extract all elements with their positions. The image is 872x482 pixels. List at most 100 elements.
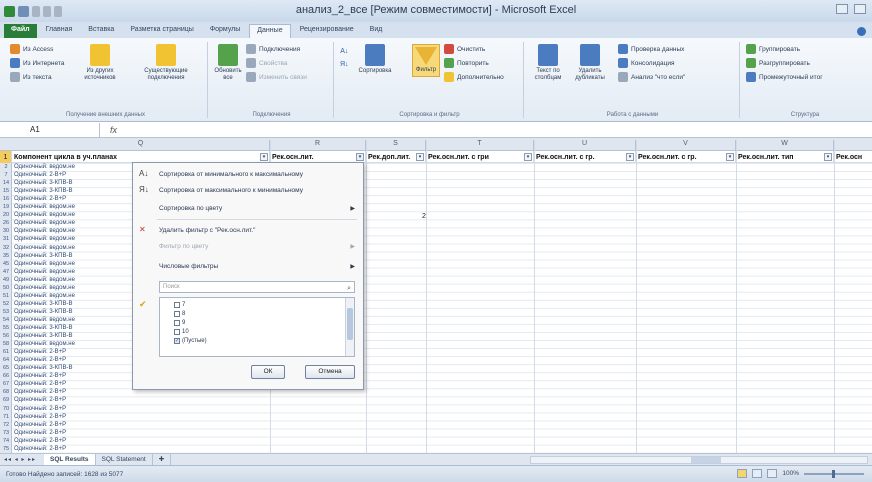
header-cell-w[interactable]: Рек.осн.лит. тип ▾ [736, 151, 834, 163]
row-number[interactable]: 75 [0, 445, 12, 453]
cell-q[interactable]: Одиночный: 3-КПВ-В [14, 179, 132, 187]
customize-qat-icon[interactable] [54, 5, 62, 17]
cell-q[interactable]: Одиночный: 2-В+Р [14, 195, 132, 203]
row-number[interactable]: 16 [0, 195, 12, 203]
row-number[interactable]: 70 [0, 405, 12, 413]
menu-number-filters[interactable]: Числовые фильтры ▶ [133, 259, 363, 273]
row-number-1[interactable]: 1 [0, 151, 12, 163]
row-number[interactable]: 66 [0, 372, 12, 380]
row-number[interactable]: 55 [0, 324, 12, 332]
ok-button[interactable]: ОК [251, 365, 285, 379]
formula-input[interactable] [140, 123, 872, 137]
cell-q[interactable]: Одиночный: ведом.не [14, 235, 132, 243]
sort-az-icon[interactable]: A↓ [340, 48, 348, 55]
cell-q[interactable]: Одиночный: ведом.не [14, 292, 132, 300]
scroll-thumb[interactable] [347, 308, 353, 340]
column-header-t[interactable]: T [426, 140, 534, 151]
cell-q[interactable]: Одиночный: 2-В+Р [14, 372, 132, 380]
cell-q[interactable]: Одиночный: 2-В+Р [14, 388, 132, 396]
sort-button[interactable]: Сортировка [359, 44, 391, 75]
cell-q[interactable]: Одиночный: 2-В+Р [14, 380, 132, 388]
row-number[interactable]: 31 [0, 235, 12, 243]
tab-view[interactable]: Вид [363, 24, 390, 38]
row-number[interactable]: 49 [0, 276, 12, 284]
cell-q[interactable]: Одиночный: ведом.не [14, 276, 132, 284]
cell-q[interactable]: Одиночный: 2-В+Р [14, 437, 132, 445]
undo-icon[interactable] [32, 5, 40, 17]
column-header-v[interactable]: V [636, 140, 736, 151]
filter-dropdown-u[interactable]: ▾ [626, 153, 634, 161]
cell-q[interactable]: Одиночный: ведом.не [14, 163, 132, 171]
row-number[interactable]: 26 [0, 219, 12, 227]
filter-dropdown-r[interactable]: ▾ [356, 153, 364, 161]
column-header-r[interactable]: R [270, 140, 366, 151]
cell-q[interactable]: Одиночный: ведом.не [14, 211, 132, 219]
existing-connections-button[interactable]: Существующие подключения [136, 44, 196, 81]
advanced-filter-button[interactable]: Дополнительно [444, 72, 504, 82]
checkbox[interactable] [174, 319, 180, 326]
cell-q[interactable]: Одиночный: 2-В+Р [14, 429, 132, 437]
subtotal-button[interactable]: Промежуточный итог [746, 72, 823, 82]
checkbox-checked[interactable]: ✓ [174, 337, 180, 344]
properties-button[interactable]: Свойства [246, 58, 288, 68]
column-header-q[interactable]: Q [12, 140, 270, 151]
menu-filter-by-color[interactable]: Фильтр по цвету ▶ [133, 239, 363, 253]
column-header-u[interactable]: U [534, 140, 636, 151]
row-number[interactable]: 58 [0, 340, 12, 348]
zoom-slider[interactable] [804, 469, 864, 478]
filter-search-input[interactable]: Поиск ⌕ [159, 281, 355, 293]
filter-list-scrollbar[interactable] [345, 298, 354, 356]
cell-q[interactable]: Одиночный: 2-В+Р [14, 445, 132, 453]
row-number[interactable]: 69 [0, 396, 12, 404]
zoom-level[interactable]: 100% [782, 470, 799, 477]
checkbox[interactable] [174, 301, 180, 308]
filter-dropdown-w[interactable]: ▾ [824, 153, 832, 161]
cell-q[interactable]: Одиночный: ведом.не [14, 227, 132, 235]
redo-icon[interactable] [43, 5, 51, 17]
menu-clear-filter[interactable]: ✕ Удалить фильтр с "Рек.осн.лит." [133, 223, 363, 237]
filter-item-blanks[interactable]: ✓ (Пустые) [174, 336, 207, 345]
menu-sort-descending[interactable]: Я↓ Сортировка от максимального к минималь… [133, 183, 363, 197]
checkbox[interactable] [174, 310, 180, 317]
filter-dropdown-v[interactable]: ▾ [726, 153, 734, 161]
row-number[interactable]: 35 [0, 252, 12, 260]
ungroup-button[interactable]: Разгруппировать [746, 58, 810, 68]
cell-q[interactable]: Одиночный: 2-В+Р [14, 405, 132, 413]
refresh-all-button[interactable]: Обновить все [214, 44, 242, 81]
tab-insert[interactable]: Вставка [81, 24, 121, 38]
reapply-button[interactable]: Повторить [444, 58, 489, 68]
group-button[interactable]: Группировать [746, 44, 800, 54]
row-number[interactable]: 53 [0, 308, 12, 316]
cell-q[interactable]: Одиночный: 3-КПВ-В [14, 332, 132, 340]
row-number[interactable]: 19 [0, 203, 12, 211]
cell-q[interactable]: Одиночный: ведом.не [14, 219, 132, 227]
row-number[interactable]: 45 [0, 260, 12, 268]
cell-q[interactable]: Одиночный: 3-КПВ-В [14, 324, 132, 332]
row-number[interactable]: 65 [0, 364, 12, 372]
cell-q[interactable]: Одиночный: ведом.не [14, 260, 132, 268]
connections-button[interactable]: Подключения [246, 44, 300, 54]
filter-button[interactable]: Фильтр [412, 44, 440, 77]
cell-s-value[interactable]: 2 [422, 213, 426, 220]
row-number[interactable]: 73 [0, 429, 12, 437]
cell-q[interactable]: Одиночный: ведом.не [14, 284, 132, 292]
minimize-button[interactable] [836, 4, 848, 14]
page-layout-view-button[interactable] [752, 469, 763, 478]
cell-q[interactable]: Одиночный: ведом.не [14, 268, 132, 276]
row-number[interactable]: 52 [0, 300, 12, 308]
header-cell-s[interactable]: Рек.доп.лит. ▾ [366, 151, 426, 163]
row-number[interactable]: 30 [0, 227, 12, 235]
tab-page-layout[interactable]: Разметка страницы [123, 24, 201, 38]
row-number[interactable]: 61 [0, 348, 12, 356]
cell-q[interactable]: Одиночный: 2-В+Р [14, 171, 132, 179]
menu-sort-ascending[interactable]: A↓ Сортировка от минимального к максималь… [133, 167, 363, 181]
row-number[interactable]: 51 [0, 292, 12, 300]
tab-home[interactable]: Главная [39, 24, 80, 38]
edit-links-button[interactable]: Изменить связи [246, 72, 307, 82]
scroll-thumb[interactable] [691, 457, 721, 463]
from-text-button[interactable]: Из текста [10, 72, 52, 82]
remove-duplicates-button[interactable]: Удалить дубликаты [570, 44, 610, 81]
row-number[interactable]: 2 [0, 163, 12, 171]
filter-item[interactable]: 10 [174, 327, 189, 336]
filter-dropdown-t[interactable]: ▾ [524, 153, 532, 161]
